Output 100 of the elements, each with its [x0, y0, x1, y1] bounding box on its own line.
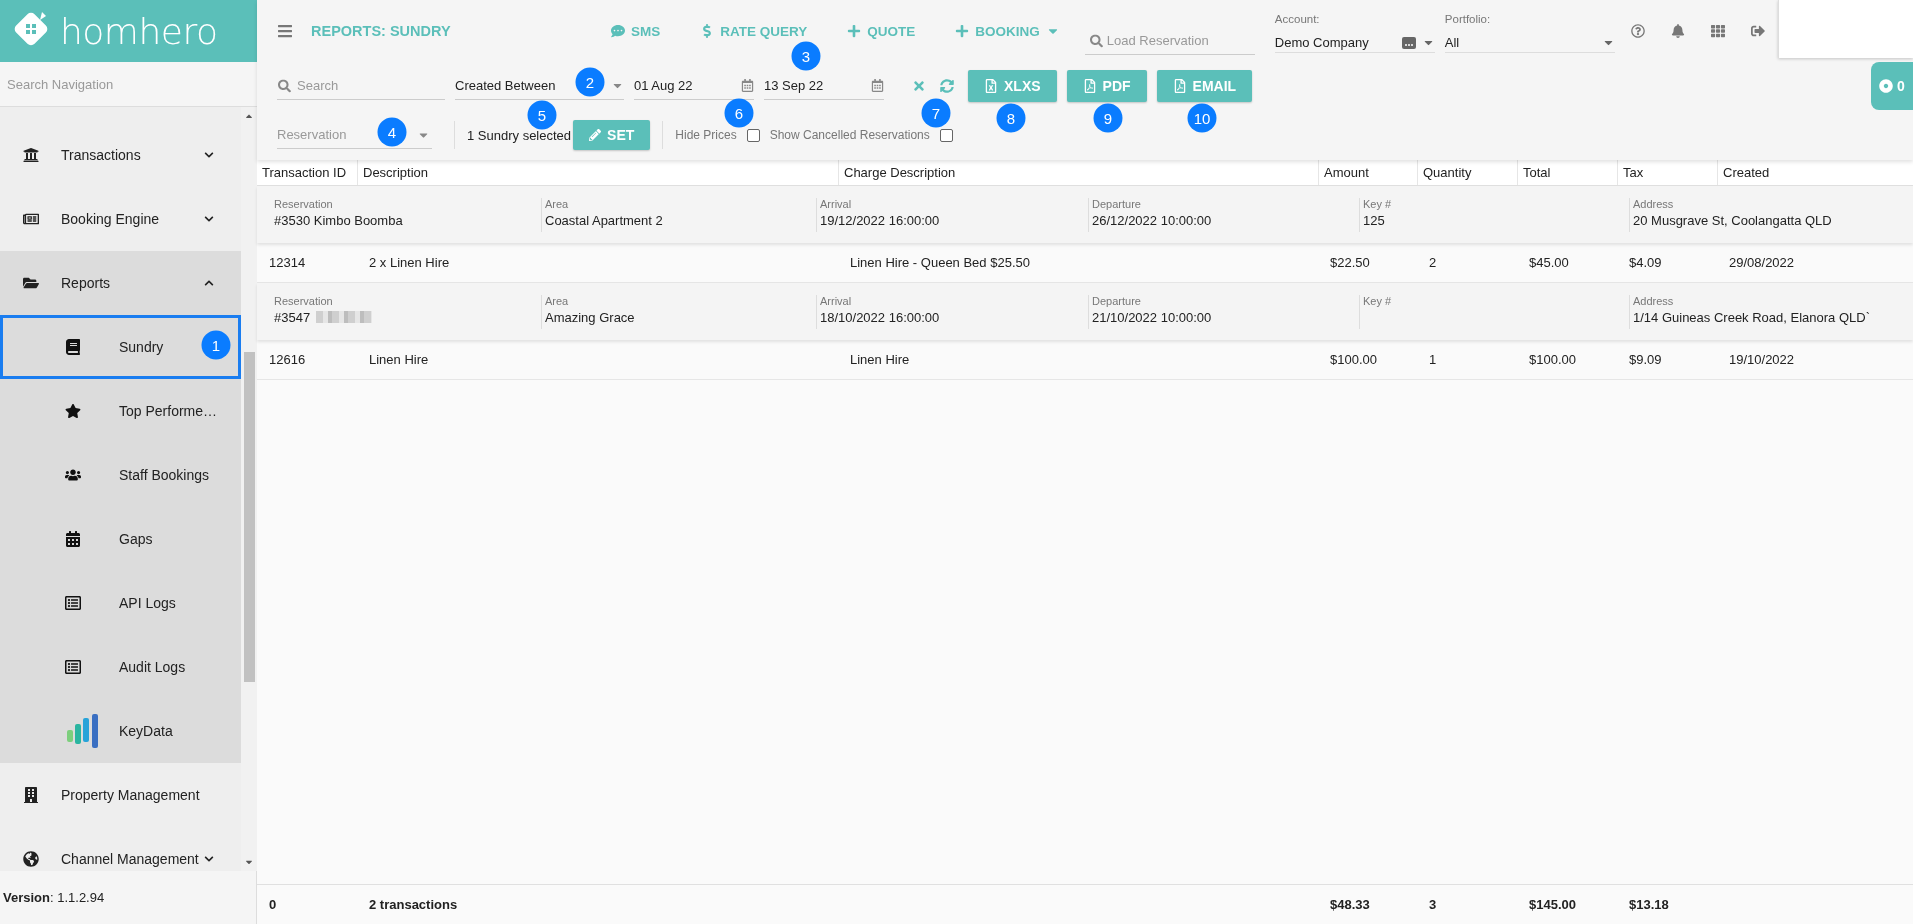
column-header[interactable]: Transaction ID	[257, 160, 357, 185]
table-cell-text: Linen Hire	[849, 352, 911, 367]
chevron-down-icon	[204, 214, 214, 224]
users-icon	[65, 467, 81, 483]
table-cell-text: 1	[1428, 352, 1438, 367]
nav-item[interactable]: Property Management	[0, 763, 241, 827]
checkbox[interactable]	[746, 128, 760, 142]
field-value: 26/12/2022 10:00:00	[1092, 212, 1212, 228]
globe-icon	[23, 851, 39, 867]
load-reservation-field[interactable]: Load Reservation	[1084, 27, 1255, 55]
table-cell-text: $9.09	[1628, 352, 1663, 367]
table-cell-text: 2 x Linen Hire	[368, 255, 451, 270]
table-cell-text: 12314	[268, 255, 307, 270]
star-icon	[65, 403, 81, 419]
building-icon	[23, 787, 39, 803]
total-cell-text: $145.00	[1528, 897, 1577, 912]
refresh-icon	[940, 79, 954, 93]
badge-count: 0	[1897, 78, 1905, 94]
target-icon	[1879, 79, 1893, 93]
logout-button[interactable]	[1750, 24, 1765, 38]
field-value: 1/14 Guineas Creek Road, Elanora QLD`	[1633, 309, 1870, 325]
total-cell-text: 3	[1428, 897, 1438, 912]
newspaper-icon	[23, 211, 39, 227]
portfolio-select[interactable]: All	[1444, 33, 1615, 53]
field-value: 18/10/2022 16:00:00	[820, 309, 940, 325]
calendar-icon	[741, 79, 754, 92]
nav-item[interactable]: Reports	[0, 251, 241, 315]
search-navigation-field[interactable]: Search Navigation	[0, 62, 257, 107]
column-header[interactable]: Quantity	[1417, 160, 1517, 185]
field-value: #3530 Kimbo Boomba	[274, 212, 403, 228]
grid-icon	[1710, 24, 1725, 38]
table-cell-text: $45.00	[1528, 255, 1570, 270]
table-cell-text: 2	[1428, 255, 1438, 270]
help-button[interactable]	[1630, 24, 1645, 38]
total-cell-text: 2 transactions	[368, 897, 459, 912]
more-icon	[1401, 36, 1416, 49]
table-cell-text: $4.09	[1628, 255, 1663, 270]
plus-icon	[955, 24, 970, 38]
nav-subitem[interactable]: Staff Bookings	[0, 443, 241, 507]
apps-button[interactable]	[1710, 24, 1725, 38]
column-header[interactable]: Amount	[1318, 160, 1417, 185]
field-value: 19/12/2022 16:00:00	[820, 212, 940, 228]
column-header[interactable]: Created	[1717, 160, 1913, 185]
table-cell-text: Linen Hire	[368, 352, 430, 367]
nav-subitem[interactable]: KeyData	[0, 699, 241, 763]
nav-subitem[interactable]: API Logs	[0, 571, 241, 635]
column-header[interactable]: Tax	[1617, 160, 1717, 185]
total-cell-text: 0	[268, 897, 278, 912]
book-icon	[65, 339, 81, 355]
field-label: Reservation	[274, 197, 334, 210]
option-label: Show Cancelled Reservations	[769, 128, 930, 142]
nav-subitem[interactable]: Top Performe…	[0, 379, 241, 443]
field-value: 21/10/2022 10:00:00	[1092, 309, 1212, 325]
column-header[interactable]: Description	[357, 160, 838, 185]
chevron-down-icon	[204, 150, 214, 160]
menu-button[interactable]	[277, 23, 293, 39]
portfolio-label: Portfolio:	[1444, 13, 1492, 25]
nav-subitem[interactable]: Audit Logs	[0, 635, 241, 699]
field-value: #3547	[274, 309, 311, 325]
field-label: Arrival	[820, 294, 853, 307]
selection-count: 1 Sundry selected	[467, 127, 572, 143]
field-label: Area	[545, 197, 570, 210]
notifications-button[interactable]	[1670, 24, 1685, 38]
chat-icon	[611, 24, 625, 38]
nav-subitem[interactable]: Gaps	[0, 507, 241, 571]
close-icon	[912, 79, 926, 93]
table-cell-text: 19/10/2022	[1728, 352, 1796, 367]
search-icon	[1089, 34, 1103, 48]
pencil-icon	[589, 129, 602, 141]
help-icon	[1630, 24, 1645, 38]
table-cell-text: 12616	[268, 352, 307, 367]
account-select[interactable]: Demo Company	[1274, 33, 1435, 53]
calendar-icon	[871, 79, 884, 92]
column-header[interactable]: Charge Description	[838, 160, 1318, 185]
nav-item[interactable]: Transactions	[0, 123, 241, 187]
table-cell-text: $100.00	[1528, 352, 1577, 367]
bank-icon	[23, 147, 39, 163]
to-date-field[interactable]: 13 Sep 22	[764, 72, 884, 100]
list-icon	[65, 659, 81, 675]
nav-item[interactable]: Channel Management	[0, 827, 241, 871]
folder-icon	[23, 275, 39, 291]
table-cell-text: Linen Hire - Queen Bed $25.50	[849, 255, 1031, 270]
table-cell-text: $22.50	[1329, 255, 1371, 270]
list-icon	[65, 595, 81, 611]
account-label: Account:	[1274, 13, 1321, 25]
nav-item[interactable]: Booking Engine	[0, 187, 241, 251]
column-header[interactable]: Total	[1517, 160, 1617, 185]
bell-icon	[1670, 24, 1685, 38]
chevron-up-icon	[204, 278, 214, 288]
logout-icon	[1750, 24, 1765, 38]
checkbox[interactable]	[939, 128, 953, 142]
from-date-field[interactable]: 01 Aug 22	[634, 72, 754, 100]
field-label: Key #	[1363, 197, 1393, 210]
excel-file-icon	[984, 79, 998, 93]
field-label: Reservation	[274, 294, 334, 307]
table-cell-text: 29/08/2022	[1728, 255, 1796, 270]
field-label: Key #	[1363, 294, 1393, 307]
field-label: Address	[1633, 197, 1675, 210]
total-cell-text: $48.33	[1329, 897, 1371, 912]
calendar-icon	[65, 531, 81, 547]
